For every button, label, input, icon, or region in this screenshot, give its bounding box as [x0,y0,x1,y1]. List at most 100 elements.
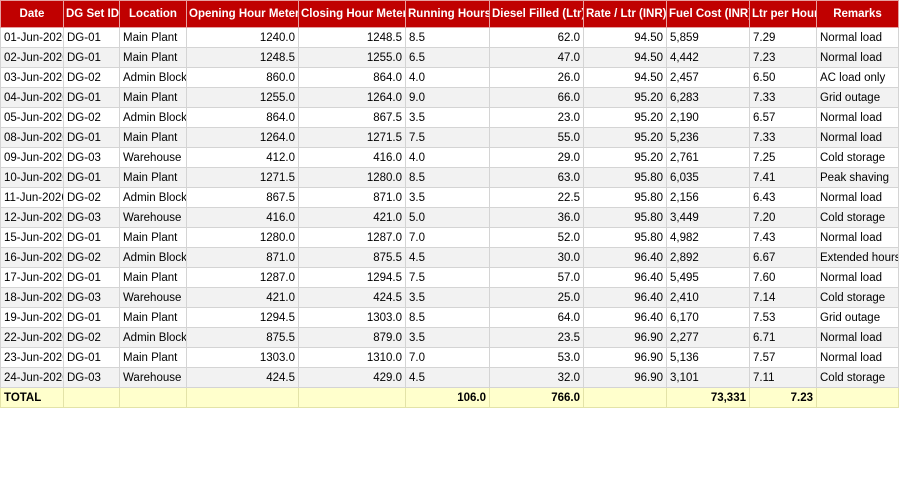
cell-running-hours[interactable]: 4.5 [405,367,490,388]
cell-remarks[interactable]: Peak shaving [816,167,899,188]
cell-opening-hour-meter[interactable]: 412.0 [186,147,299,168]
header-remarks[interactable]: Remarks [816,0,899,28]
cell-date[interactable]: 08-Jun-2026 [0,127,64,148]
cell-running-hours[interactable]: 3.5 [405,107,490,128]
cell-rate-per-ltr[interactable]: 95.20 [583,147,667,168]
cell-closing-hour-meter[interactable]: 875.5 [298,247,406,268]
total-cell-closing[interactable] [298,387,406,408]
cell-diesel-filled[interactable]: 32.0 [489,367,584,388]
cell-location[interactable]: Warehouse [119,147,187,168]
cell-rate-per-ltr[interactable]: 96.40 [583,247,667,268]
cell-fuel-cost[interactable]: 3,449 [666,207,750,228]
cell-closing-hour-meter[interactable]: 1271.5 [298,127,406,148]
header-running-hours[interactable]: Running Hours [405,0,490,28]
cell-date[interactable]: 01-Jun-2026 [0,27,64,48]
cell-rate-per-ltr[interactable]: 95.80 [583,207,667,228]
cell-rate-per-ltr[interactable]: 95.80 [583,167,667,188]
cell-date[interactable]: 10-Jun-2026 [0,167,64,188]
cell-diesel-filled[interactable]: 57.0 [489,267,584,288]
cell-date[interactable]: 16-Jun-2026 [0,247,64,268]
cell-opening-hour-meter[interactable]: 1264.0 [186,127,299,148]
cell-ltr-per-hour[interactable]: 7.33 [749,127,817,148]
cell-diesel-filled[interactable]: 26.0 [489,67,584,88]
cell-ltr-per-hour[interactable]: 7.57 [749,347,817,368]
cell-location[interactable]: Admin Block [119,247,187,268]
cell-diesel-filled[interactable]: 53.0 [489,347,584,368]
cell-location[interactable]: Main Plant [119,267,187,288]
cell-running-hours[interactable]: 8.5 [405,307,490,328]
cell-dg-set-id[interactable]: DG-03 [63,207,120,228]
cell-remarks[interactable]: Normal load [816,127,899,148]
cell-dg-set-id[interactable]: DG-03 [63,147,120,168]
cell-diesel-filled[interactable]: 22.5 [489,187,584,208]
cell-fuel-cost[interactable]: 6,170 [666,307,750,328]
header-ltr-per-hour[interactable]: Ltr per Hour [749,0,817,28]
cell-running-hours[interactable]: 9.0 [405,87,490,108]
cell-rate-per-ltr[interactable]: 95.20 [583,87,667,108]
cell-location[interactable]: Main Plant [119,307,187,328]
cell-closing-hour-meter[interactable]: 1255.0 [298,47,406,68]
cell-running-hours[interactable]: 4.5 [405,247,490,268]
header-date[interactable]: Date [0,0,64,28]
cell-date[interactable]: 22-Jun-2026 [0,327,64,348]
cell-dg-set-id[interactable]: DG-01 [63,267,120,288]
cell-ltr-per-hour[interactable]: 7.60 [749,267,817,288]
cell-running-hours[interactable]: 8.5 [405,167,490,188]
cell-closing-hour-meter[interactable]: 429.0 [298,367,406,388]
cell-rate-per-ltr[interactable]: 96.90 [583,347,667,368]
cell-remarks[interactable]: Cold storage [816,147,899,168]
cell-running-hours[interactable]: 3.5 [405,287,490,308]
cell-running-hours[interactable]: 5.0 [405,207,490,228]
total-cell-remarks[interactable] [816,387,899,408]
total-diesel-filled[interactable]: 766.0 [489,387,584,408]
cell-fuel-cost[interactable]: 2,410 [666,287,750,308]
cell-closing-hour-meter[interactable]: 867.5 [298,107,406,128]
cell-dg-set-id[interactable]: DG-01 [63,347,120,368]
cell-rate-per-ltr[interactable]: 96.90 [583,367,667,388]
cell-date[interactable]: 05-Jun-2026 [0,107,64,128]
cell-ltr-per-hour[interactable]: 7.14 [749,287,817,308]
cell-fuel-cost[interactable]: 6,035 [666,167,750,188]
cell-date[interactable]: 24-Jun-2026 [0,367,64,388]
cell-running-hours[interactable]: 3.5 [405,327,490,348]
cell-running-hours[interactable]: 4.0 [405,147,490,168]
cell-location[interactable]: Admin Block [119,107,187,128]
cell-date[interactable]: 02-Jun-2026 [0,47,64,68]
cell-ltr-per-hour[interactable]: 7.23 [749,47,817,68]
header-fuel-cost[interactable]: Fuel Cost (INR) [666,0,750,28]
cell-diesel-filled[interactable]: 63.0 [489,167,584,188]
cell-closing-hour-meter[interactable]: 1248.5 [298,27,406,48]
total-cell-opening[interactable] [186,387,299,408]
total-fuel-cost[interactable]: 73,331 [666,387,750,408]
cell-remarks[interactable]: Normal load [816,267,899,288]
cell-diesel-filled[interactable]: 36.0 [489,207,584,228]
cell-closing-hour-meter[interactable]: 871.0 [298,187,406,208]
cell-remarks[interactable]: Normal load [816,347,899,368]
cell-location[interactable]: Main Plant [119,227,187,248]
header-rate-per-ltr[interactable]: Rate / Ltr (INR) [583,0,667,28]
total-cell-rate[interactable] [583,387,667,408]
header-opening-hour-meter[interactable]: Opening Hour Meter [186,0,299,28]
cell-location[interactable]: Warehouse [119,287,187,308]
cell-date[interactable]: 11-Jun-2026 [0,187,64,208]
cell-date[interactable]: 18-Jun-2026 [0,287,64,308]
header-diesel-filled[interactable]: Diesel Filled (Ltr) [489,0,584,28]
cell-closing-hour-meter[interactable]: 1310.0 [298,347,406,368]
cell-diesel-filled[interactable]: 25.0 [489,287,584,308]
cell-ltr-per-hour[interactable]: 6.57 [749,107,817,128]
cell-rate-per-ltr[interactable]: 96.40 [583,307,667,328]
cell-running-hours[interactable]: 7.5 [405,127,490,148]
cell-closing-hour-meter[interactable]: 1264.0 [298,87,406,108]
total-cell-location[interactable] [119,387,187,408]
cell-diesel-filled[interactable]: 64.0 [489,307,584,328]
cell-fuel-cost[interactable]: 5,236 [666,127,750,148]
cell-dg-set-id[interactable]: DG-01 [63,167,120,188]
total-label[interactable]: TOTAL [0,387,64,408]
cell-dg-set-id[interactable]: DG-01 [63,307,120,328]
cell-remarks[interactable]: Normal load [816,27,899,48]
cell-fuel-cost[interactable]: 2,277 [666,327,750,348]
cell-diesel-filled[interactable]: 23.0 [489,107,584,128]
cell-location[interactable]: Main Plant [119,127,187,148]
cell-dg-set-id[interactable]: DG-01 [63,87,120,108]
cell-date[interactable]: 12-Jun-2026 [0,207,64,228]
